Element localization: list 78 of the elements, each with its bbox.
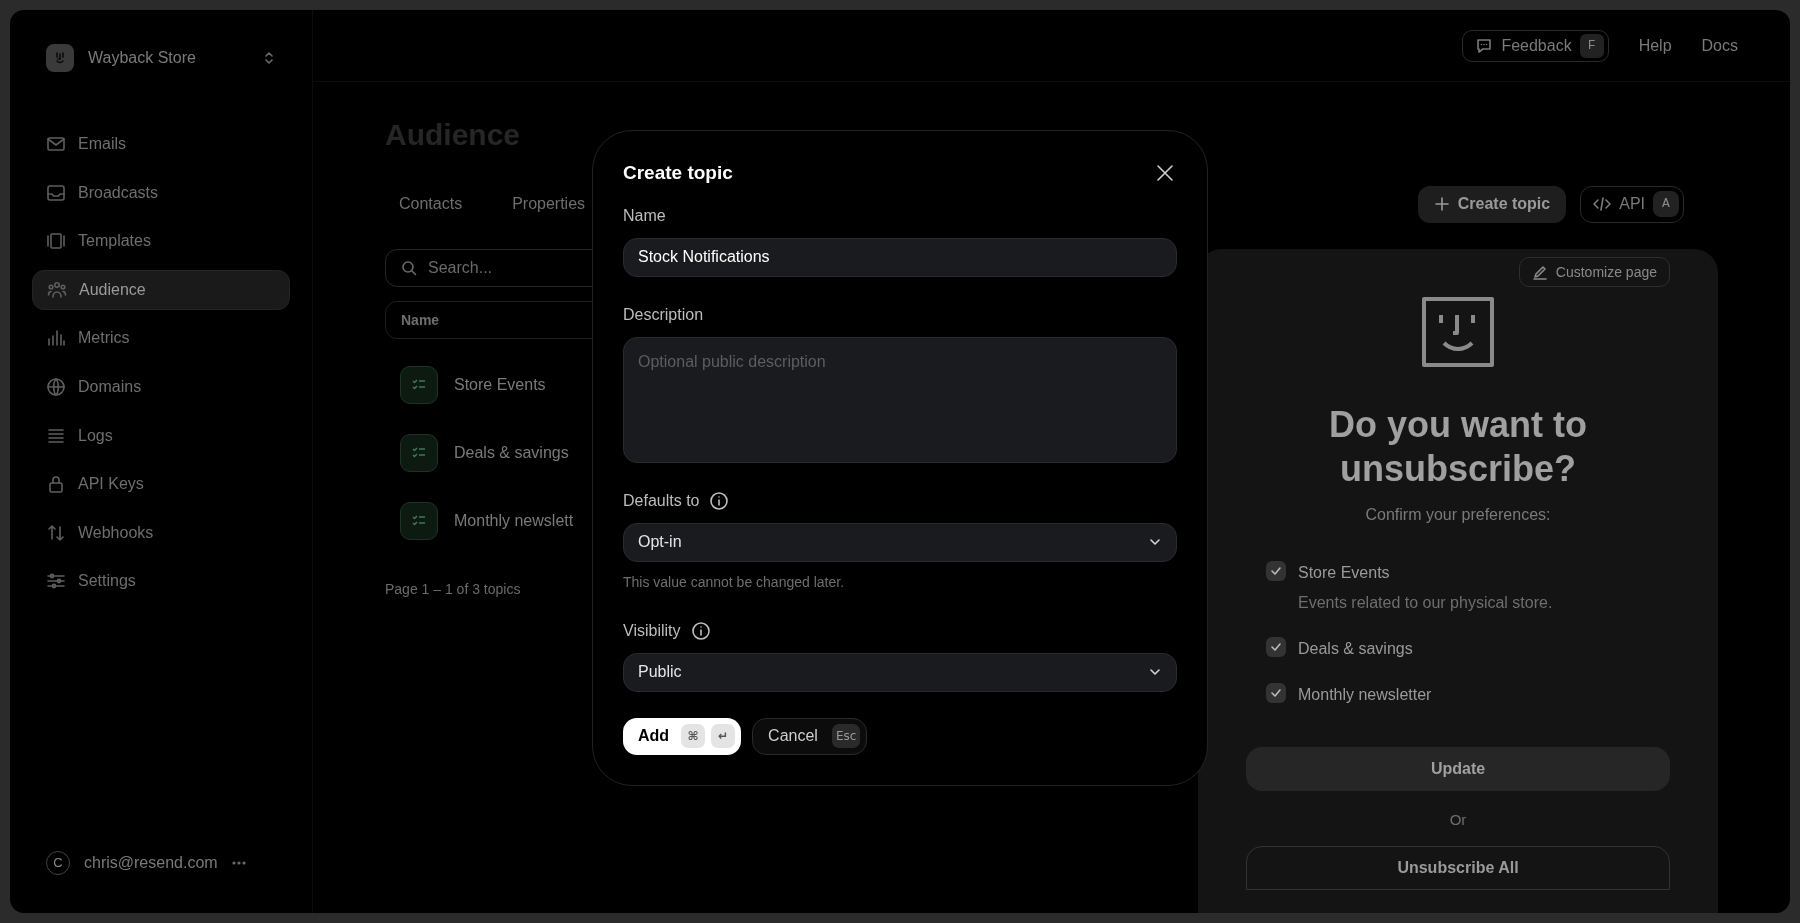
nav-link[interactable]: Help <box>1638 33 1672 58</box>
description-textarea[interactable]: Optional public description <box>623 336 1177 463</box>
close-icon <box>1156 164 1174 183</box>
topic-name: Store Events <box>454 375 546 395</box>
check-icon <box>1270 565 1282 577</box>
preview-heading: Do you want to unsubscribe? <box>1328 403 1588 491</box>
sidebar-item[interactable]: Audience <box>32 269 290 310</box>
template-icon <box>46 231 66 252</box>
sidebar-item[interactable]: Settings <box>32 561 290 602</box>
search-icon <box>401 260 417 276</box>
user-email: chris@resend.com <box>84 853 219 873</box>
sidebar-item[interactable]: Metrics <box>32 318 290 359</box>
tab[interactable]: Contacts <box>385 186 477 222</box>
sidebar-item[interactable]: Domains <box>32 366 290 407</box>
shortcut-key: ⌘ <box>681 724 706 748</box>
column-header: Name <box>401 310 440 330</box>
sidebar-item[interactable]: Logs <box>32 415 290 456</box>
logo-icon <box>46 44 74 72</box>
shortcut-key: A <box>1653 191 1679 217</box>
topic-name: Monthly newslett <box>454 511 574 531</box>
check-icon <box>1270 687 1282 699</box>
sidebar-item[interactable]: API Keys <box>32 464 290 505</box>
field-label: Description <box>623 304 704 325</box>
shortcut-key: ↵ <box>711 724 736 748</box>
dropdown[interactable]: Opt-in <box>623 522 1177 562</box>
workspace-name: Wayback Store <box>88 48 197 68</box>
preview-subheading: Confirm your preferences: <box>1365 505 1551 525</box>
dropdown[interactable]: Public <box>623 652 1177 692</box>
or-text: Or <box>1449 810 1467 830</box>
smiley-face-icon <box>1422 297 1494 367</box>
sidebar-item[interactable]: Broadcasts <box>32 172 290 213</box>
checkbox[interactable] <box>1266 637 1286 657</box>
add-button[interactable]: Add ⌘ ↵ <box>623 717 742 755</box>
feedback-button[interactable]: Feedback F <box>1462 29 1609 62</box>
pencil-icon <box>1531 264 1548 280</box>
check-icon <box>1270 641 1282 653</box>
checkbox[interactable] <box>1266 683 1286 703</box>
sidebar-item[interactable]: Emails <box>32 124 290 164</box>
field-label: Name <box>623 205 666 226</box>
pagination-text: Page 1 – 1 of 3 topics <box>385 580 521 599</box>
shortcut-key: Esc <box>831 724 861 748</box>
topic-name: Deals & savings <box>454 443 569 463</box>
checkbox[interactable] <box>1266 561 1286 581</box>
name-input[interactable]: Stock Notifications <box>623 237 1177 277</box>
field-label: Defaults to <box>623 490 700 511</box>
unsubscribe-all-button[interactable]: Unsubscribe All <box>1246 845 1670 890</box>
topic-label: Monthly newsletter <box>1298 685 1432 705</box>
update-button[interactable]: Update <box>1246 747 1670 791</box>
topic-description: Events related to our physical store. <box>1298 593 1553 613</box>
field-label: Visibility <box>623 620 681 641</box>
globe-icon <box>46 376 66 397</box>
helper-text: This value cannot be changed later. <box>623 572 846 592</box>
topic-icon <box>400 502 438 540</box>
up-down-arrows-icon <box>46 522 66 543</box>
sidebar-item[interactable]: Templates <box>32 221 290 262</box>
topic-label: Store Events <box>1298 563 1391 583</box>
api-button[interactable]: API A <box>1580 185 1684 223</box>
lock-icon <box>46 474 66 495</box>
more-icon <box>232 860 246 866</box>
customize-page-button[interactable]: Customize page <box>1518 257 1670 287</box>
bar-chart-icon <box>46 328 66 349</box>
topic-icon <box>400 434 438 472</box>
inbox-icon <box>46 182 66 203</box>
envelope-icon <box>46 134 66 154</box>
nav-link[interactable]: Docs <box>1701 33 1738 58</box>
chat-bubble-icon <box>1475 36 1494 55</box>
topic-icon <box>400 366 438 404</box>
dialog-title: Create topic <box>623 161 733 185</box>
code-icon <box>1593 196 1612 212</box>
people-icon <box>47 279 67 300</box>
tab[interactable]: Properties <box>498 186 600 222</box>
plus-icon <box>1433 196 1450 212</box>
sidebar-item[interactable]: Webhooks <box>32 512 290 553</box>
chevron-up-down-icon <box>262 51 276 65</box>
create-topic-button[interactable]: Create topic <box>1417 185 1567 223</box>
cancel-button[interactable]: Cancel Esc <box>752 717 868 755</box>
shortcut-key: F <box>1579 33 1604 58</box>
topic-label: Deals & savings <box>1298 639 1413 659</box>
